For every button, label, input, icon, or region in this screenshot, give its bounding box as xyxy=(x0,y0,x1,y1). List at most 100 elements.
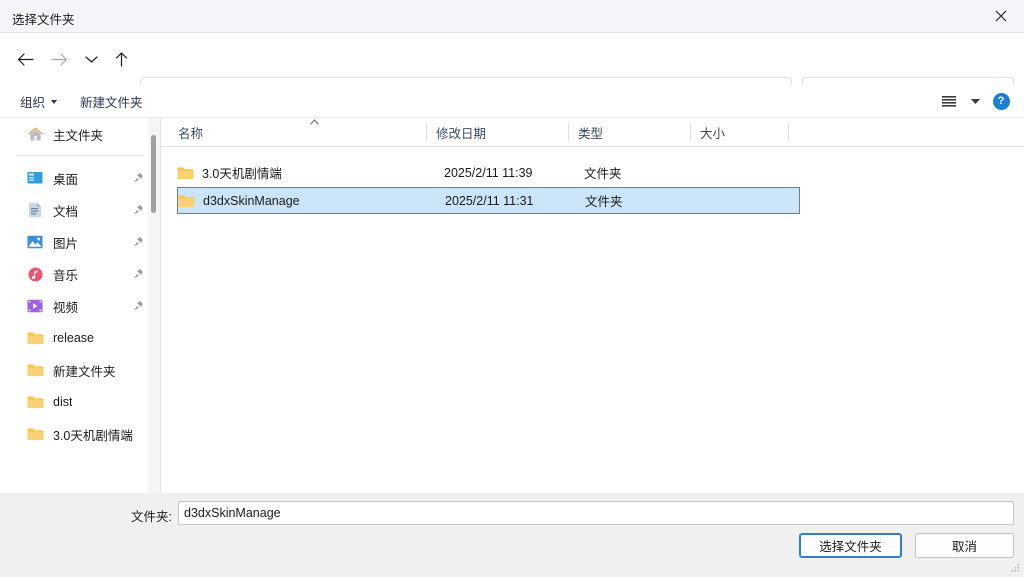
pin-icon[interactable] xyxy=(133,172,144,187)
folder-icon xyxy=(26,425,44,443)
column-header-row: 名称 修改日期 类型 大小 xyxy=(161,118,1024,147)
sidebar-item-home[interactable]: 主文件夹 xyxy=(0,118,160,150)
sidebar-item-label: 视频 xyxy=(53,297,78,316)
organize-button[interactable]: 组织 xyxy=(14,90,63,113)
sidebar-scrollbar-thumb[interactable] xyxy=(151,135,156,213)
folder-icon xyxy=(26,361,44,379)
folder-icon xyxy=(177,166,194,180)
column-header-label: 类型 xyxy=(578,123,603,142)
file-name-cell: d3dxSkinManage xyxy=(178,194,300,208)
pin-icon[interactable] xyxy=(133,300,144,315)
sidebar-item-story-client[interactable]: 3.0天机剧情端 xyxy=(0,418,160,450)
sidebar-item-dist[interactable]: dist xyxy=(0,386,160,418)
column-header-size[interactable]: 大小 xyxy=(691,118,786,146)
music-icon-glyph xyxy=(28,267,43,282)
close-icon xyxy=(995,10,1007,22)
file-date-cell: 2025/2/11 11:31 xyxy=(445,194,534,208)
home-icon-glyph xyxy=(27,126,44,142)
sidebar-item-pictures[interactable]: 图片 xyxy=(0,226,160,258)
column-header-label: 修改日期 xyxy=(436,123,486,142)
file-type-cell: 文件夹 xyxy=(585,191,623,210)
new-folder-button[interactable]: 新建文件夹 xyxy=(74,90,149,113)
folder-picker-dialog: 选择文件夹 xyxy=(0,0,1024,577)
sidebar-item-videos[interactable]: 视频 xyxy=(0,290,160,322)
back-arrow-icon xyxy=(17,52,34,67)
pin-icon-glyph xyxy=(133,268,144,280)
navigation-bar: › 此电脑 › 娱乐 (E:) › Game › Star Rail › xyxy=(0,33,1024,85)
videos-icon xyxy=(26,297,44,315)
sidebar-item-desktop[interactable]: 桌面 xyxy=(0,162,160,194)
documents-icon-glyph xyxy=(28,202,42,218)
sidebar-item-label: 新建文件夹 xyxy=(53,361,116,380)
folder-icon xyxy=(26,393,44,411)
forward-arrow-icon xyxy=(51,52,68,67)
sidebar-item-label: 桌面 xyxy=(53,169,78,188)
file-rows: 3.0天机剧情端 2025/2/11 11:39 文件夹 xyxy=(161,159,1024,214)
documents-icon xyxy=(26,201,44,219)
up-arrow-icon xyxy=(114,51,129,67)
sidebar-item-music[interactable]: 音乐 xyxy=(0,258,160,290)
recent-locations-button[interactable] xyxy=(76,44,106,74)
forward-button[interactable] xyxy=(44,44,74,74)
back-button[interactable] xyxy=(10,44,40,74)
folder-icon-glyph xyxy=(27,331,44,345)
home-icon xyxy=(26,125,44,143)
view-mode-button[interactable] xyxy=(936,89,962,114)
file-name-label: d3dxSkinManage xyxy=(203,194,300,208)
table-row[interactable]: 3.0天机剧情端 2025/2/11 11:39 文件夹 xyxy=(161,159,1024,186)
pin-icon[interactable] xyxy=(133,204,144,219)
pin-icon-glyph xyxy=(133,300,144,312)
chevron-down-icon xyxy=(970,98,981,105)
file-date-cell: 2025/2/11 11:39 xyxy=(444,166,533,180)
folder-name-label: 文件夹: xyxy=(131,506,172,525)
column-header-name[interactable]: 名称 xyxy=(169,118,424,146)
sidebar-item-label: 图片 xyxy=(53,233,78,252)
help-button[interactable]: ? xyxy=(988,89,1014,114)
folder-icon-glyph xyxy=(177,166,194,180)
sidebar-item-new-folder[interactable]: 新建文件夹 xyxy=(0,354,160,386)
sidebar-item-label: dist xyxy=(53,395,72,409)
videos-icon-glyph xyxy=(27,299,43,313)
file-name-cell: 3.0天机剧情端 xyxy=(177,163,282,182)
column-header-type[interactable]: 类型 xyxy=(569,118,689,146)
pin-icon[interactable] xyxy=(133,268,144,283)
sidebar-item-label: 3.0天机剧情端 xyxy=(53,425,133,444)
sidebar-item-documents[interactable]: 文档 xyxy=(0,194,160,226)
dialog-content: 主文件夹 桌面 xyxy=(0,118,1024,493)
folder-name-input[interactable]: d3dxSkinManage xyxy=(178,501,1014,525)
pin-icon-glyph xyxy=(133,204,144,216)
folder-icon-glyph xyxy=(27,427,44,441)
sidebar-item-label: 文档 xyxy=(53,201,78,220)
command-bar-right: ? xyxy=(936,89,1014,114)
music-icon xyxy=(26,265,44,283)
chevron-down-icon xyxy=(85,55,98,64)
file-name-label: 3.0天机剧情端 xyxy=(202,163,282,182)
pin-icon[interactable] xyxy=(133,236,144,251)
folder-icon-glyph xyxy=(178,194,195,208)
up-button[interactable] xyxy=(106,44,136,74)
list-view-icon xyxy=(941,95,957,108)
folder-icon xyxy=(178,194,195,208)
sidebar-divider xyxy=(16,155,144,156)
sidebar-item-release[interactable]: release xyxy=(0,322,160,354)
sort-ascending-icon xyxy=(310,119,319,125)
folder-icon xyxy=(26,329,44,347)
sidebar-item-label: release xyxy=(53,331,94,345)
chevron-down-icon xyxy=(51,100,57,104)
view-mode-dropdown-button[interactable] xyxy=(964,89,986,114)
table-row[interactable]: d3dxSkinManage 2025/2/11 11:31 文件夹 xyxy=(177,187,800,214)
select-folder-button[interactable]: 选择文件夹 xyxy=(799,533,902,558)
sidebar-item-label: 主文件夹 xyxy=(53,125,103,144)
window-title: 选择文件夹 xyxy=(12,9,75,28)
cancel-button[interactable]: 取消 xyxy=(915,533,1014,558)
folder-icon-glyph xyxy=(27,363,44,377)
command-bar: 组织 新建文件夹 xyxy=(0,85,1024,118)
resize-grip-icon[interactable] xyxy=(1009,562,1021,574)
column-divider[interactable] xyxy=(788,123,789,141)
organize-label: 组织 xyxy=(20,92,45,111)
column-header-date[interactable]: 修改日期 xyxy=(427,118,567,146)
desktop-icon xyxy=(26,169,44,187)
file-list-pane: 名称 修改日期 类型 大小 xyxy=(160,118,1024,493)
close-button[interactable] xyxy=(978,0,1024,32)
title-bar: 选择文件夹 xyxy=(0,0,1024,33)
